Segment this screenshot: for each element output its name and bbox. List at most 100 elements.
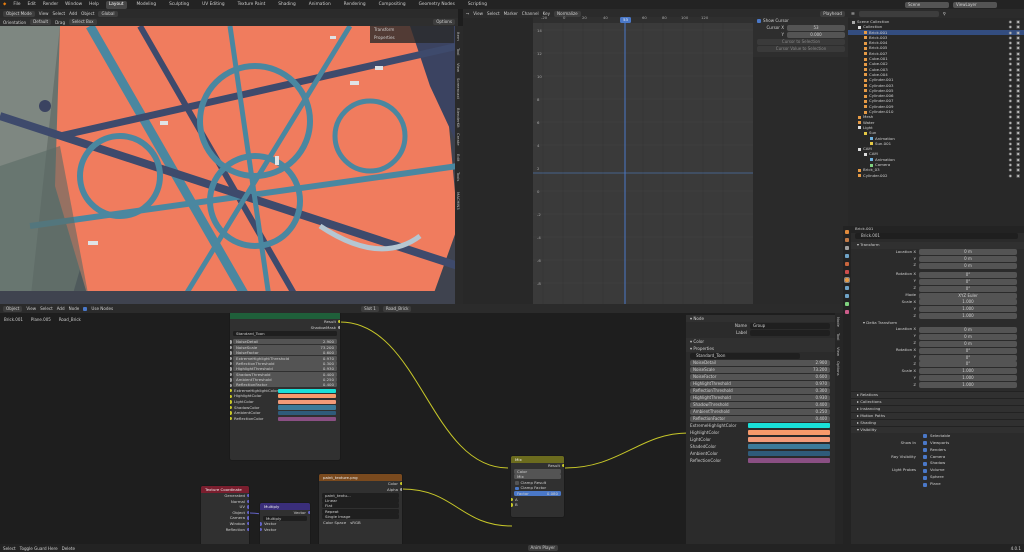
tab-screencast[interactable]: Screencast	[456, 78, 461, 99]
node-section[interactable]: ▾ Node	[686, 315, 835, 322]
anim-player-status[interactable]: Anim Player	[527, 545, 559, 551]
outliner-search[interactable]	[858, 10, 939, 17]
viewport-menu-view[interactable]: View	[39, 11, 49, 16]
side-value-field[interactable]: NoiseScale 73.200	[690, 366, 830, 373]
texcoord-output-socket[interactable]	[247, 510, 249, 515]
npanel-properties[interactable]: Properties	[370, 34, 454, 42]
node-group-field[interactable]: Standard_Toon	[690, 352, 800, 359]
view-layer-selector[interactable]: ViewLayer	[953, 1, 997, 8]
viewport-canvas[interactable]	[0, 26, 458, 304]
graph-menu-channel[interactable]: Channel	[522, 11, 539, 16]
texcoord-output-socket[interactable]	[247, 527, 249, 532]
color-swatch[interactable]	[278, 416, 336, 421]
mix-node-header[interactable]: Mix	[511, 456, 564, 463]
show-cursor-checkbox[interactable]	[757, 19, 761, 23]
tab-edit[interactable]: Edit	[456, 154, 461, 161]
texture-src-dropdown[interactable]: Single Image	[322, 514, 399, 520]
input-socket[interactable]	[230, 383, 232, 387]
visibility-eye-icon[interactable]: ◉	[1009, 173, 1012, 178]
mix-input-socket[interactable]	[511, 497, 513, 502]
texture-ext-dropdown[interactable]: Repeat	[322, 508, 399, 514]
collapsed-section-header[interactable]: ▸ Shading	[851, 419, 1024, 426]
shading-dropdown[interactable]: Global	[98, 10, 118, 17]
collapsed-section-header[interactable]: ▸ Motion Paths	[851, 412, 1024, 420]
menu-help[interactable]: Help	[89, 2, 99, 7]
delta-location-y-field[interactable]: 0 m	[919, 333, 1017, 340]
texture-interp-dropdown[interactable]: Linear	[322, 497, 399, 503]
menu-file[interactable]: File	[13, 2, 20, 7]
graph-channel-list[interactable]	[463, 18, 533, 304]
tab-tool[interactable]: Tool	[456, 48, 461, 55]
node-menu-add[interactable]: Add	[57, 306, 65, 311]
multiply-input-socket[interactable]	[260, 522, 262, 526]
workspace-tab-uv-editing[interactable]: UV Editing	[199, 1, 227, 9]
delta-location-x-field[interactable]: 0 m	[919, 326, 1017, 333]
probe-volume-checkbox[interactable]	[923, 468, 927, 473]
side-value-field[interactable]: NoiseFactor 0.600	[690, 373, 830, 380]
texcoord-output-socket[interactable]	[247, 522, 249, 526]
renders-checkbox[interactable]	[923, 448, 927, 453]
texcoord-output-socket[interactable]	[247, 494, 249, 498]
delta-location-z-field[interactable]: 0 m	[919, 340, 1017, 347]
outliner-icon[interactable]: ☰	[851, 11, 855, 16]
selectable-checkbox[interactable]	[923, 434, 927, 439]
node-menu-view[interactable]: View	[26, 306, 36, 311]
viewport-menu-add[interactable]: Add	[69, 11, 77, 16]
mix-factor-field[interactable]: Factor 0.080	[514, 491, 561, 497]
graph-canvas[interactable]	[533, 18, 753, 304]
node-value-field[interactable]: AmbientThreshold 0.250	[230, 377, 337, 383]
graph-menu-select[interactable]: Select	[487, 11, 500, 16]
rotation-mode-dropdown[interactable]: XYZ Euler	[919, 292, 1017, 299]
tab-blenderkit[interactable]: BlenderKit	[456, 108, 461, 128]
input-socket[interactable]	[230, 372, 232, 377]
cursor-y-field[interactable]: 0.000	[787, 31, 845, 38]
side-value-field[interactable]: ReflectionFactor 0.400	[690, 415, 830, 422]
color-input-socket[interactable]	[230, 400, 232, 404]
mix-node[interactable]: Mix Result Color Mix Clamp Result Clamp Facto…	[510, 455, 565, 518]
node-name-field[interactable]: Group	[750, 322, 830, 329]
mix-output-socket[interactable]	[562, 464, 564, 468]
modifiers-tab-icon[interactable]	[845, 286, 849, 290]
node-value-field[interactable]: NoiseDetail 2.900	[230, 339, 337, 345]
probe-plane-checkbox[interactable]	[923, 482, 927, 487]
input-socket[interactable]	[230, 345, 232, 350]
location-x-field[interactable]: 0 m	[919, 249, 1017, 256]
group-node-standard-toon[interactable]: Result ShadowMask Standard_Toon NoiseDetail…	[229, 313, 341, 461]
data-tab-icon[interactable]	[845, 302, 849, 306]
input-socket[interactable]	[230, 351, 232, 355]
multiply-output-socket[interactable]	[308, 511, 310, 515]
transform-section-header[interactable]: ▾ Transform	[851, 241, 1024, 249]
tab-create[interactable]: Create	[456, 133, 461, 146]
rotation-z-field[interactable]: 0°	[919, 285, 1017, 292]
npanel-transform[interactable]: Transform	[370, 26, 454, 34]
color-input-socket[interactable]	[230, 416, 232, 421]
delta-scale-x-field[interactable]: 1.000	[919, 368, 1017, 375]
color-swatch[interactable]	[278, 388, 336, 393]
material-tab-icon[interactable]	[845, 310, 849, 314]
mix-blend-dropdown[interactable]: Mix	[514, 474, 561, 480]
graph-editor-icon[interactable]: ⤳	[466, 11, 469, 16]
scale-y-field[interactable]: 1.000	[919, 306, 1017, 313]
delta-rotation-x-field[interactable]: 0°	[919, 347, 1017, 354]
workspace-tab-scripting[interactable]: Scripting	[465, 1, 490, 9]
node-value-field[interactable]: ExtremeHighlightThreshold 0.970	[230, 355, 337, 361]
collapsed-section-header[interactable]: ▸ Instancing	[851, 405, 1024, 413]
color-input-socket[interactable]	[230, 394, 232, 398]
output-tab-icon[interactable]	[845, 246, 849, 250]
viewport-menu-select[interactable]: Select	[53, 11, 66, 16]
cursor-to-selection-button[interactable]: Cursor to Selection	[757, 38, 845, 45]
node-mode-dropdown[interactable]: Object	[3, 305, 23, 312]
texcoord-output-socket[interactable]	[247, 499, 249, 504]
mix-input-socket[interactable]	[511, 503, 513, 507]
normalize-toggle[interactable]: Normalize	[554, 10, 581, 17]
node-value-field[interactable]: HighlightThreshold 0.930	[230, 366, 337, 372]
world-tab-icon[interactable]	[845, 270, 849, 274]
probe-sphere-checkbox[interactable]	[923, 475, 927, 480]
outliner-item[interactable]: Cylinder.002 ◉ ▣	[848, 173, 1024, 178]
side-value-field[interactable]: AmbientThreshold 0.250	[690, 408, 830, 415]
input-socket[interactable]	[230, 367, 232, 371]
cursor-value-to-selection-button[interactable]: Cursor Value to Selection	[757, 45, 845, 52]
mode-dropdown[interactable]: Object Mode	[3, 10, 35, 17]
location-z-field[interactable]: 0 m	[919, 262, 1017, 269]
visibility-section-header[interactable]: ▾ Visibility	[851, 425, 1024, 433]
